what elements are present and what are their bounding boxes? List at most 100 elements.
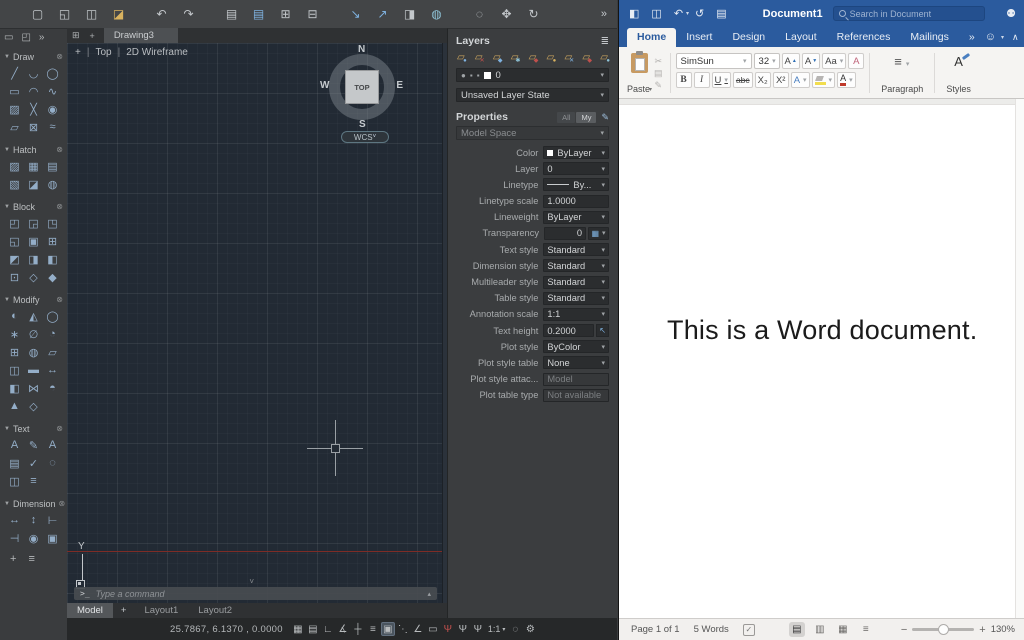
property-value-dropdown[interactable]: ByLayer xyxy=(543,210,609,224)
grid-icon[interactable]: ▦ xyxy=(291,622,305,636)
layer-off-icon[interactable]: ▱ ✕ xyxy=(475,52,485,64)
save-icon[interactable]: ◫ xyxy=(83,6,100,23)
text-style-icon[interactable]: ▤ xyxy=(5,454,24,472)
model-tab[interactable]: Model xyxy=(67,603,113,618)
snap-icon[interactable]: ▤ xyxy=(306,622,320,636)
annotation-visibility-icon[interactable]: Ψ xyxy=(441,622,455,636)
feedback-smiley-icon[interactable]: ☺ xyxy=(985,31,996,43)
superscript-button[interactable]: X² xyxy=(772,72,789,88)
hatch-gradient-icon[interactable]: ▧ xyxy=(5,175,24,193)
collapse-ribbon-icon[interactable]: ∧ xyxy=(1012,32,1019,43)
linear-dimension-icon[interactable]: ↔ xyxy=(5,511,24,529)
property-value-dropdown[interactable]: None xyxy=(543,356,609,370)
styles-label[interactable]: Styles xyxy=(946,84,971,94)
package-icon[interactable]: ◨ xyxy=(401,6,418,23)
layer-freeze-icon[interactable]: ▱ ✱ xyxy=(511,52,521,64)
spellcheck-icon[interactable]: ✓ xyxy=(742,623,755,636)
layer-properties-icon[interactable]: ▱ ● xyxy=(457,52,467,64)
new-layout-button[interactable]: + xyxy=(113,603,135,618)
section-settings-icon[interactable]: ⊗ xyxy=(56,295,63,304)
layers-panel-icon[interactable]: ≣ xyxy=(601,36,609,47)
revision-cloud-icon[interactable]: ≈ xyxy=(43,118,62,136)
font-name-combo[interactable]: SimSun xyxy=(675,53,752,69)
chevron-down-icon[interactable]: ▾ xyxy=(1001,34,1004,41)
hatch-image-icon[interactable]: ◍ xyxy=(43,175,62,193)
section-settings-icon[interactable]: ⊗ xyxy=(56,202,63,211)
cut-icon[interactable]: ✂ xyxy=(655,56,663,66)
properties-filter-all[interactable]: All xyxy=(557,111,576,123)
add-palette-icon[interactable]: + xyxy=(10,553,16,565)
define-attribute-icon[interactable]: ▣ xyxy=(24,232,43,250)
viewcube-top-face[interactable]: TOP xyxy=(345,70,379,104)
block-editor-icon[interactable]: ⊞ xyxy=(43,232,62,250)
aligned-dimension-icon[interactable]: ↕ xyxy=(24,511,43,529)
export-icon[interactable]: ↗ xyxy=(374,6,391,23)
zoom-out-button[interactable]: − xyxy=(901,624,907,636)
focus-view-icon[interactable]: ≡ xyxy=(858,622,874,637)
section-settings-icon[interactable]: ⊗ xyxy=(58,499,65,508)
region-icon[interactable]: ▱ xyxy=(5,118,24,136)
erase-icon[interactable]: ◇ xyxy=(24,397,43,415)
layout-tab-1[interactable]: Layout1 xyxy=(134,603,188,618)
subscript-button[interactable]: X₂ xyxy=(754,72,771,88)
lengthen-icon[interactable]: ▬ xyxy=(24,361,43,379)
document-text[interactable]: This is a Word document. xyxy=(667,315,977,346)
rectangle-icon[interactable]: ▭ xyxy=(5,82,24,100)
offset-icon[interactable]: ◍ xyxy=(24,343,43,361)
layer-current-icon[interactable]: ▱ ● xyxy=(547,52,557,64)
pan-icon[interactable]: ✥ xyxy=(498,6,515,23)
stretch-icon[interactable]: ◫ xyxy=(5,361,24,379)
tab-home[interactable]: Home xyxy=(627,28,677,47)
point-icon[interactable]: ╳ xyxy=(24,100,43,118)
tab-mailings[interactable]: Mailings xyxy=(900,28,959,47)
radius-dimension-icon[interactable]: ⊣ xyxy=(5,529,24,547)
import-icon[interactable]: ↘ xyxy=(347,6,364,23)
section-settings-icon[interactable]: ⊗ xyxy=(56,52,63,61)
tab-[interactable]: » xyxy=(959,28,985,47)
rotate-icon[interactable]: ◯ xyxy=(43,307,62,325)
layer-unlock-icon[interactable]: ▱ ◆ xyxy=(582,52,592,64)
wcs-dropdown[interactable]: WCS ˅ xyxy=(341,131,389,143)
grow-font-button[interactable]: A xyxy=(781,53,800,69)
outline-view-icon[interactable]: ▦ xyxy=(835,622,851,637)
viewcube-west[interactable]: W xyxy=(320,80,329,91)
undo-icon[interactable]: ↶ xyxy=(674,7,683,20)
annotation-scale-value[interactable]: 1:1 ▾ xyxy=(488,624,506,634)
pick-on-screen-button[interactable]: ↖ xyxy=(596,324,609,338)
zoom-tool-icon[interactable]: ◌ xyxy=(471,6,488,23)
arc-icon[interactable]: ◠ xyxy=(24,82,43,100)
manage-attribute-icon[interactable]: ◨ xyxy=(24,250,43,268)
hatch-lines-icon[interactable]: ▨ xyxy=(5,100,24,118)
redo-icon[interactable]: ↷ xyxy=(180,6,197,23)
autoscale-icon[interactable]: Ψ xyxy=(456,622,470,636)
zoom-percentage[interactable]: 130% xyxy=(991,624,1015,635)
block-palette-icon[interactable]: ◧ xyxy=(43,250,62,268)
mtext-icon[interactable]: A xyxy=(5,436,24,454)
paste-icon[interactable]: ⊟ xyxy=(304,6,321,23)
palette-menu-icon[interactable]: ≡ xyxy=(28,553,34,565)
command-input[interactable]: Type a command xyxy=(96,589,165,599)
tab-insert[interactable]: Insert xyxy=(676,28,722,47)
lineweight-icon[interactable]: ≡ xyxy=(366,622,380,636)
settings-gear-icon[interactable]: ⚙ xyxy=(523,622,537,636)
polar-tracking-icon[interactable]: ∡ xyxy=(336,622,350,636)
properties-edit-icon[interactable]: ✎ xyxy=(601,112,609,123)
command-expand-icon[interactable]: ▴ xyxy=(427,590,431,598)
wblock-icon[interactable]: ◇ xyxy=(24,268,43,286)
italic-button[interactable]: I xyxy=(693,72,710,88)
copy-icon[interactable]: ▤ xyxy=(654,68,663,78)
mirror-icon[interactable]: ◭ xyxy=(24,307,43,325)
print-layout-view-icon[interactable]: ▤ xyxy=(788,622,805,637)
viewport-visual-style-control[interactable]: 2D Wireframe xyxy=(126,47,188,58)
palette-section-header[interactable]: ▼ Modify ⊗ xyxy=(0,293,67,306)
line-icon[interactable]: ╱ xyxy=(5,64,24,82)
palette-section-header[interactable]: ▼ Text ⊗ xyxy=(0,422,67,435)
clear-formatting-button[interactable]: A xyxy=(848,53,865,69)
property-value-input[interactable]: 1.0000 xyxy=(543,194,609,208)
viewcube-east[interactable]: E xyxy=(396,80,403,91)
change-case-button[interactable]: Aa xyxy=(822,53,847,69)
center-mark-icon[interactable]: ◉ xyxy=(24,529,43,547)
edit-text-icon[interactable]: ✎ xyxy=(24,436,43,454)
save-as-icon[interactable]: ◪ xyxy=(110,6,127,23)
open-file-icon[interactable]: ◱ xyxy=(56,6,73,23)
